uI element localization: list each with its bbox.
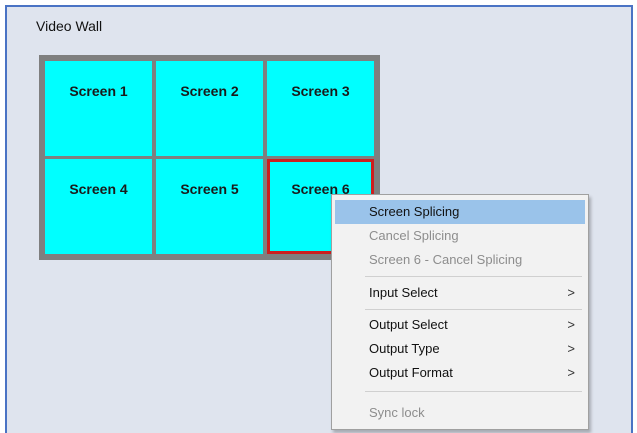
screen-tile-4[interactable]: Screen 4 xyxy=(45,159,152,254)
menu-item-label: Cancel Splicing xyxy=(369,228,459,243)
menu-item-output-select[interactable]: Output Select > xyxy=(335,313,585,337)
screen-label: Screen 3 xyxy=(291,83,350,99)
context-menu: Screen Splicing Cancel Splicing Screen 6… xyxy=(331,194,589,430)
menu-item-cancel-splicing[interactable]: Cancel Splicing xyxy=(335,224,585,248)
screen-tile-5[interactable]: Screen 5 xyxy=(156,159,263,254)
screen-tile-1[interactable]: Screen 1 xyxy=(45,61,152,156)
menu-item-input-select[interactable]: Input Select > xyxy=(335,281,585,305)
menu-separator xyxy=(365,276,582,277)
menu-item-screen6-cancel-splicing[interactable]: Screen 6 - Cancel Splicing xyxy=(335,248,585,272)
menu-item-screen-splicing[interactable]: Screen Splicing xyxy=(335,200,585,224)
menu-item-label: Sync lock xyxy=(369,405,425,420)
submenu-arrow-icon: > xyxy=(567,317,575,332)
menu-item-label: Screen 6 - Cancel Splicing xyxy=(369,252,523,267)
screen-label: Screen 1 xyxy=(69,83,128,99)
menu-item-output-type[interactable]: Output Type > xyxy=(335,337,585,361)
video-wall-grid: Screen 1 Screen 2 Screen 3 Screen 4 Scre… xyxy=(39,55,380,260)
menu-item-output-format[interactable]: Output Format > xyxy=(335,361,585,385)
menu-item-label: Screen Splicing xyxy=(369,204,460,219)
submenu-arrow-icon: > xyxy=(567,365,575,380)
screen-label: Screen 5 xyxy=(180,181,239,197)
screen-tile-3[interactable]: Screen 3 xyxy=(267,61,374,156)
screen-label: Screen 4 xyxy=(69,181,128,197)
menu-item-label: Output Format xyxy=(369,365,453,380)
screen-tile-2[interactable]: Screen 2 xyxy=(156,61,263,156)
menu-item-sync-lock[interactable]: Sync lock xyxy=(335,401,585,425)
screen-label: Screen 2 xyxy=(180,83,239,99)
menu-separator xyxy=(365,309,582,310)
menu-separator xyxy=(365,391,582,392)
panel-title: Video Wall xyxy=(36,18,103,34)
menu-item-label: Output Select xyxy=(369,317,448,332)
menu-item-label: Input Select xyxy=(369,285,438,300)
submenu-arrow-icon: > xyxy=(567,341,575,356)
menu-item-label: Output Type xyxy=(369,341,440,356)
submenu-arrow-icon: > xyxy=(567,285,575,300)
